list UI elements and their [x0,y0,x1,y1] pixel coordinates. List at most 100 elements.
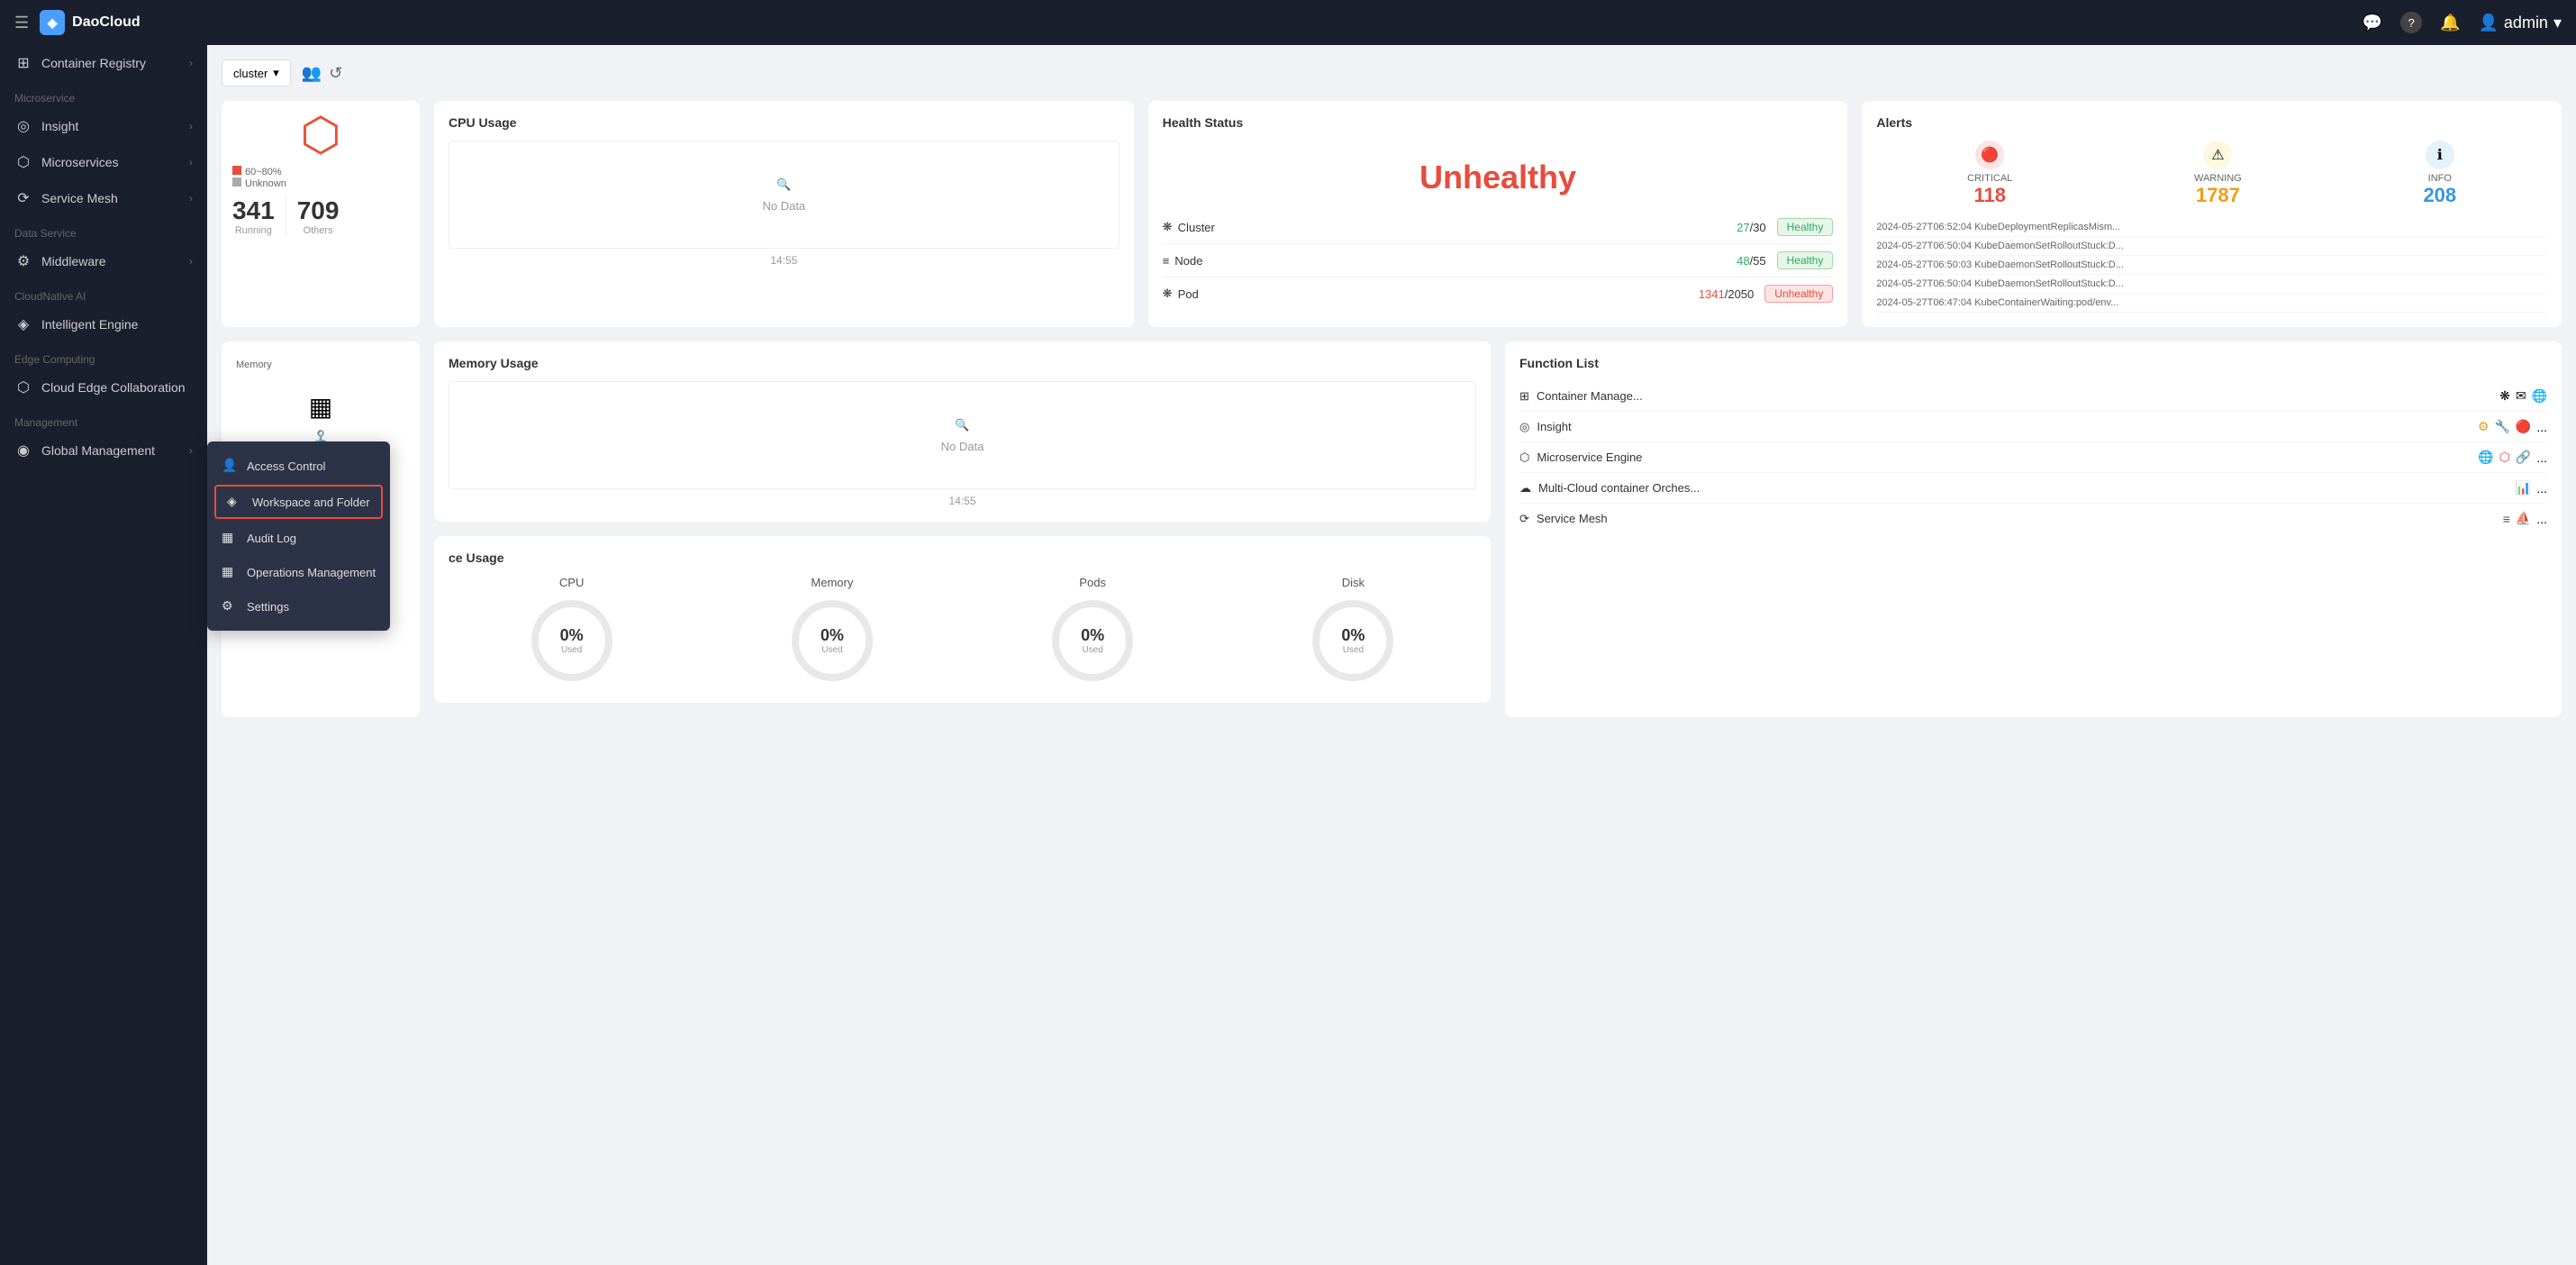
fn-microservice-label: Microservice Engine [1537,450,1642,464]
chevron-right-icon-sm: › [189,192,193,205]
users-icon[interactable]: 👥 [302,64,322,83]
fn-icon-2[interactable]: ✉ [2516,388,2526,404]
middle-column: Memory Usage 🔍 No Data 14:55 ce Usage CP… [434,341,1491,717]
workspace-label: Workspace and Folder [252,496,370,509]
sidebar-label-intelligent-engine: Intelligent Engine [41,317,138,332]
access-control-icon: 👤 [222,458,238,474]
message-icon[interactable]: 💬 [2363,14,2382,32]
dropdown-access-control[interactable]: 👤 Access Control [207,449,390,483]
others-value: 709 [297,196,340,225]
sidebar-item-container-registry[interactable]: ⊞ Container Registry › [0,45,207,81]
user-dropdown-icon: ▾ [2553,14,2562,32]
health-row-cluster: ❋ Cluster 27/30 Healthy [1163,211,1834,244]
others-stats: 709 Others [297,196,340,236]
sidebar: ⊞ Container Registry › Microservice ◎ In… [0,45,207,1265]
fn-hex-icon[interactable]: ⬡ [2499,450,2510,465]
dropdown-settings[interactable]: ⚙ Settings [207,589,390,623]
alert-item-2: 2024-05-27T06:50:04 KubeDaemonSetRollout… [1876,237,2547,256]
memory-usage-card: Memory Usage 🔍 No Data 14:55 [434,341,1491,522]
fn-gear-icon[interactable]: ⚙ [2478,419,2490,434]
cluster-health-badge: Healthy [1777,218,1834,236]
cpu-time-label: 14:55 [449,254,1120,267]
dropdown-audit-log[interactable]: ▦ Audit Log [207,521,390,555]
fn-tool-icon[interactable]: 🔧 [2494,419,2509,434]
stats-big: 341 Running 709 Others [232,196,409,236]
sidebar-label-container-registry: Container Registry [41,56,146,70]
fn-bars-icon[interactable]: ≡ [2503,512,2510,526]
settings-label: Settings [247,600,289,614]
sidebar-item-insight[interactable]: ◎ Insight › [0,108,207,144]
fn-more-icon-2[interactable]: ... [2536,450,2547,465]
fn-sm-icon: ⟳ [1519,512,1529,526]
others-label: Others [297,225,340,236]
dropdown-operations-management[interactable]: ▦ Operations Management [207,555,390,589]
user-info[interactable]: 👤 admin ▾ [2479,14,2562,32]
mem-time-label: 14:55 [449,495,1476,507]
help-icon[interactable]: ? [2400,12,2422,33]
resource-cpu-label: CPU [449,576,694,589]
resource-memory-chart: 0% Used [792,600,873,681]
header-icons: 👥 ↺ [302,64,343,83]
function-microservice: ⬡ Microservice Engine 🌐 ⬡ 🔗 ... [1519,442,2547,473]
fn-microservice-icon: ⬡ [1519,450,1529,465]
sidebar-section-data-service: Data Service [0,216,207,243]
resource-cpu: CPU 0% Used [449,576,694,688]
cpu-usage-card: CPU Usage 🔍 No Data 14:55 [434,101,1134,327]
function-multicloud: ☁ Multi-Cloud container Orches... 📊 ... [1519,473,2547,504]
critical-icon: 🔴 [1975,141,2004,169]
sidebar-item-middleware[interactable]: ⚙ Middleware › [0,243,207,279]
resource-pods: Pods 0% Used [970,576,1216,688]
sidebar-item-intelligent-engine[interactable]: ◈ Intelligent Engine [0,306,207,342]
sidebar-item-microservices[interactable]: ⬡ Microservices › [0,144,207,180]
node-health-badge: Healthy [1777,251,1834,269]
chevron-right-icon: › [189,57,193,69]
fn-boat-icon[interactable]: ⛵ [2516,511,2531,526]
dropdown-workspace-folder[interactable]: ◈ Workspace and Folder [214,485,383,519]
memory-pct: 0% [821,626,844,645]
fn-icon-3[interactable]: 🌐 [2532,388,2547,404]
cpu-usage-title: CPU Usage [449,115,1120,130]
alerts-title: Alerts [1876,115,2547,130]
warning-alert: ⚠ WARNING 1787 [2194,141,2242,207]
settings-icon: ⚙ [222,598,238,614]
health-status-card: Health Status Unhealthy ❋ Cluster 27/30 … [1148,101,1848,327]
memory-sub: Used [821,645,842,655]
microservices-icon: ⬡ [14,153,32,171]
fn-container-label: Container Manage... [1537,389,1643,403]
fn-circle-icon[interactable]: 🔴 [2516,419,2531,434]
resource-cpu-chart: 0% Used [531,600,612,681]
sidebar-section-cloudnative: CloudNative AI [0,279,207,306]
resource-disk: Disk 0% Used [1230,576,1476,688]
node-health-label: Node [1175,254,1202,268]
memory-placeholder: Memory [236,356,405,374]
fn-more-icon[interactable]: ... [2536,420,2547,434]
cluster-select[interactable]: cluster ▾ [222,59,291,86]
topbar: ☰ ◈ DaoCloud 💬 ? 🔔 👤 admin ▾ [0,0,2576,45]
sidebar-label-cloud-edge: Cloud Edge Collaboration [41,380,186,395]
fn-globe-icon[interactable]: 🌐 [2478,450,2493,465]
refresh-icon[interactable]: ↺ [329,64,342,83]
global-management-icon: ◉ [14,441,32,460]
sidebar-item-global-management[interactable]: ◉ Global Management › [0,432,207,469]
warning-label: WARNING [2194,173,2242,184]
sidebar-label-microservices: Microservices [41,155,119,169]
search-icon-mem: 🔍 [955,418,969,432]
bell-icon[interactable]: 🔔 [2440,14,2460,32]
logo-icon: ◈ [40,10,65,35]
fn-cloud-icons: 📊 ... [2516,480,2547,496]
fn-icon-1[interactable]: ❋ [2499,388,2510,404]
fn-link-icon[interactable]: 🔗 [2516,450,2531,465]
operations-icon: ▦ [222,564,238,580]
critical-count: 118 [1967,184,2012,207]
fn-more-icon-3[interactable]: ... [2536,481,2547,496]
fn-chart-icon[interactable]: 📊 [2516,480,2531,496]
menu-icon[interactable]: ☰ [14,14,29,32]
sidebar-item-cloud-edge[interactable]: ⬡ Cloud Edge Collaboration [0,369,207,405]
sidebar-item-service-mesh[interactable]: ⟳ Service Mesh › [0,180,207,216]
resource-pods-chart: 0% Used [1052,600,1133,681]
pod-health-icon: ❋ [1163,287,1173,301]
warning-count: 1787 [2194,184,2242,207]
cluster-health-icon: ❋ [1163,220,1173,234]
fn-more-icon-4[interactable]: ... [2536,512,2547,526]
resource-section-title: ce Usage [449,551,1476,565]
